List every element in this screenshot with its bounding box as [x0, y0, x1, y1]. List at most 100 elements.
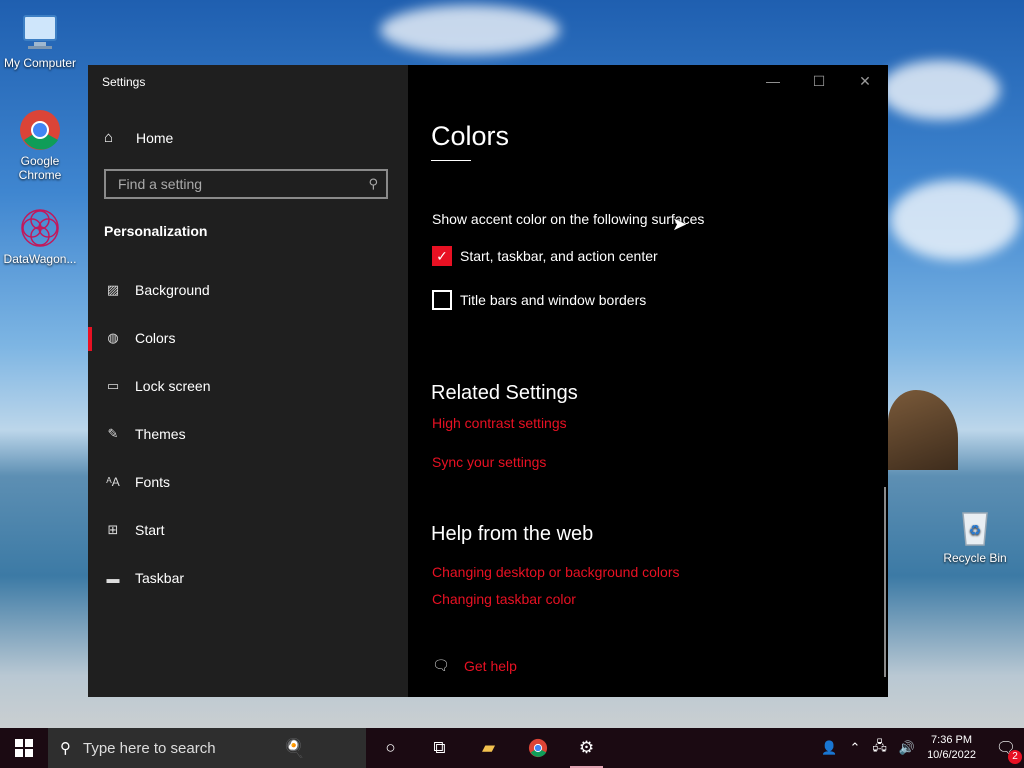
clock[interactable]: 7:36 PM 10/6/2022 [927, 733, 976, 763]
rock-scenery [888, 390, 958, 470]
high-contrast-link[interactable]: High contrast settings [432, 415, 567, 431]
network-icon[interactable]: 🖧 [872, 737, 887, 759]
gear-icon: ⚙ [578, 738, 595, 757]
chat-help-icon: 🗨 [432, 657, 450, 673]
mouse-cursor-icon: ➤ [672, 214, 688, 234]
desktop-icon-chrome[interactable]: Google Chrome [0, 108, 80, 182]
maximize-button[interactable]: ☐ [796, 65, 842, 97]
lock-screen-icon: ▭ [106, 378, 120, 393]
checkbox-checked-icon[interactable]: ✓ [432, 246, 452, 266]
sidebar-nav: ▨ Background ◍ Colors ▭ Lock screen ✎ Th… [88, 266, 408, 602]
settings-taskbar-button[interactable]: ⚙ [562, 728, 611, 768]
window-controls: — ☐ ✕ [750, 65, 888, 97]
folder-icon: ▰ [481, 738, 496, 757]
chrome-taskbar-button[interactable] [513, 728, 562, 768]
sync-settings-link[interactable]: Sync your settings [432, 454, 546, 470]
window-title: Settings [102, 75, 146, 89]
desktop-icon-label: Google Chrome [18, 154, 62, 182]
home-icon: ⌂ [104, 129, 114, 146]
file-explorer-button[interactable]: ▰ [464, 728, 513, 768]
start-button[interactable] [0, 728, 48, 768]
windows-logo-icon [15, 739, 33, 757]
taskbar-search[interactable]: ⚲ 🍳 [48, 728, 366, 768]
section-title: Personalization [104, 223, 208, 239]
brush-icon: ✎ [107, 426, 119, 441]
task-view-icon: ⧉ [433, 738, 446, 757]
system-tray: 👤 ⌃ 🖧 🔊 7:36 PM 10/6/2022 🗨 2 [815, 728, 1024, 768]
sidebar-item-taskbar[interactable]: ▬ Taskbar [88, 554, 408, 602]
svg-text:♻: ♻ [969, 523, 982, 539]
cloud [890, 180, 1020, 260]
find-setting-search[interactable]: ⚲ [104, 169, 388, 199]
find-setting-input[interactable] [116, 175, 350, 193]
help-heading: Help from the web [431, 523, 594, 545]
desktop-icon-label: Recycle Bin [943, 551, 1007, 565]
accent-surfaces-label: Show accent color on the following surfa… [432, 211, 705, 227]
get-help-label: Get help [464, 657, 517, 674]
people-icon[interactable]: 👤 [821, 740, 837, 756]
sidebar-item-label: Start [135, 522, 165, 538]
palette-icon: ◍ [107, 330, 119, 345]
home-label: Home [136, 129, 174, 146]
clock-date: 10/6/2022 [927, 749, 976, 761]
help-link-background-colors[interactable]: Changing desktop or background colors [432, 564, 680, 580]
task-view-button[interactable]: ⧉ [415, 728, 464, 768]
monitor-icon [18, 10, 62, 54]
sidebar-item-fonts[interactable]: ᴬA Fonts [88, 458, 408, 506]
start-grid-icon: ⊞ [107, 522, 119, 537]
desktop-icon-datawagon[interactable]: DataWagon... [0, 206, 80, 266]
close-button[interactable]: ✕ [842, 65, 888, 97]
sidebar-item-background[interactable]: ▨ Background [88, 266, 408, 314]
checkbox-start-taskbar[interactable]: ✓ Start, taskbar, and action center [432, 246, 658, 266]
clock-time: 7:36 PM [931, 734, 973, 746]
taskbar: ⚲ 🍳 ○ ⧉ ▰ ⚙ 👤 ⌃ 🖧 🔊 7:36 PM 10/6/2022 🗨 … [0, 728, 1024, 768]
datawagon-icon [18, 206, 62, 250]
sidebar-item-colors[interactable]: ◍ Colors [88, 314, 408, 362]
desktop-icon-recycle-bin[interactable]: ♻ Recycle Bin [935, 505, 1015, 565]
desktop-icon-my-computer[interactable]: My Computer [0, 10, 80, 70]
sidebar-item-themes[interactable]: ✎ Themes [88, 410, 408, 458]
settings-window: Settings ⌂ Home ⚲ Personalization ▨ Back… [88, 65, 888, 697]
cloud [380, 5, 560, 55]
chrome-icon [18, 108, 62, 152]
search-icon: ⚲ [60, 740, 71, 757]
sidebar-item-label: Themes [135, 426, 186, 442]
sidebar-item-label: Fonts [135, 474, 171, 490]
search-highlight-icon: 🍳 [283, 737, 306, 758]
title-underline [431, 160, 471, 161]
content-pane: Colors Show accent color on the followin… [408, 65, 888, 697]
home-link[interactable]: ⌂ Home [104, 129, 173, 146]
checkbox-unchecked-icon[interactable] [432, 290, 452, 310]
sidebar: Settings ⌂ Home ⚲ Personalization ▨ Back… [88, 65, 408, 697]
chrome-icon [528, 738, 547, 758]
checkbox-title-bars[interactable]: Title bars and window borders [432, 290, 646, 310]
desktop-icon-label: DataWagon... [3, 252, 77, 266]
checkbox-label: Start, taskbar, and action center [460, 248, 658, 264]
action-center-button[interactable]: 🗨 2 [988, 738, 1024, 764]
volume-icon[interactable]: 🔊 [899, 740, 915, 756]
page-title: Colors [431, 121, 510, 151]
circle-icon: ○ [385, 738, 396, 757]
cloud [880, 60, 1000, 120]
recycle-bin-icon: ♻ [953, 505, 997, 549]
search-icon[interactable]: ⚲ [368, 176, 378, 192]
cortana-button[interactable]: ○ [366, 728, 415, 768]
desktop-icon-label: My Computer [3, 56, 77, 70]
sidebar-item-label: Colors [135, 330, 176, 346]
get-help-link[interactable]: 🗨 Get help [432, 657, 517, 674]
chevron-up-icon[interactable]: ⌃ [849, 740, 860, 756]
sidebar-item-label: Background [135, 282, 210, 298]
taskbar-search-input[interactable] [81, 738, 275, 758]
checkbox-label: Title bars and window borders [460, 292, 647, 308]
related-settings-heading: Related Settings [431, 382, 578, 404]
scrollbar[interactable] [884, 487, 886, 677]
fonts-icon: ᴬA [106, 475, 120, 489]
sidebar-item-start[interactable]: ⊞ Start [88, 506, 408, 554]
help-link-taskbar-color[interactable]: Changing taskbar color [432, 591, 576, 607]
minimize-button[interactable]: — [750, 65, 796, 97]
taskbar-icon: ▬ [106, 570, 120, 586]
sidebar-item-label: Lock screen [135, 378, 211, 394]
sidebar-item-label: Taskbar [135, 570, 185, 586]
picture-icon: ▨ [106, 282, 120, 297]
sidebar-item-lock-screen[interactable]: ▭ Lock screen [88, 362, 408, 410]
